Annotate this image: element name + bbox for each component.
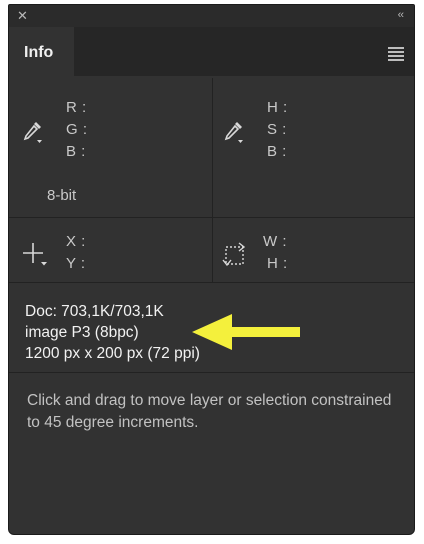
- divider: [9, 282, 414, 283]
- annotation-arrow: [192, 312, 304, 357]
- position-label-y: Y :: [66, 255, 86, 272]
- divider: [212, 218, 213, 282]
- tab-info[interactable]: Info: [9, 27, 74, 76]
- panel-menu-icon[interactable]: [388, 47, 404, 61]
- close-icon[interactable]: ✕: [17, 9, 29, 22]
- channel-label-r: R :: [66, 99, 87, 116]
- panel-tabbar: Info: [9, 27, 414, 76]
- tab-info-label: Info: [24, 44, 54, 61]
- channel-label-b2: B :: [267, 143, 287, 160]
- position-label-x: X :: [66, 233, 86, 250]
- eyedropper-icon[interactable]: [21, 119, 45, 150]
- bit-depth-label[interactable]: 8-bit: [47, 187, 76, 204]
- crosshair-icon[interactable]: [21, 241, 49, 274]
- eyedropper-icon[interactable]: [222, 119, 246, 150]
- panel-titlebar: ✕ ‹‹: [9, 5, 414, 27]
- doc-profile-line: image P3 (8bpc): [25, 324, 139, 341]
- channel-label-s: S :: [267, 121, 287, 138]
- collapse-icon[interactable]: ‹‹: [398, 9, 404, 21]
- selection-size-icon: [221, 241, 249, 274]
- document-info: Doc: 703,1K/703,1K image P3 (8bpc) 1200 …: [25, 301, 200, 364]
- channel-label-g: G :: [66, 121, 88, 138]
- tool-hint-text: Click and drag to move layer or selectio…: [27, 392, 392, 431]
- divider: [9, 372, 414, 373]
- doc-dimensions-line: 1200 px x 200 px (72 ppi): [25, 345, 200, 362]
- divider: [212, 78, 213, 218]
- doc-size-line: Doc: 703,1K/703,1K: [25, 303, 164, 320]
- channel-label-h: H :: [267, 99, 288, 116]
- size-label-w: W :: [263, 233, 287, 250]
- channel-label-b: B :: [66, 143, 86, 160]
- info-panel: ✕ ‹‹ Info R : G : B : 8-bit H : S : B: …: [8, 4, 415, 535]
- size-label-h: H :: [267, 255, 288, 272]
